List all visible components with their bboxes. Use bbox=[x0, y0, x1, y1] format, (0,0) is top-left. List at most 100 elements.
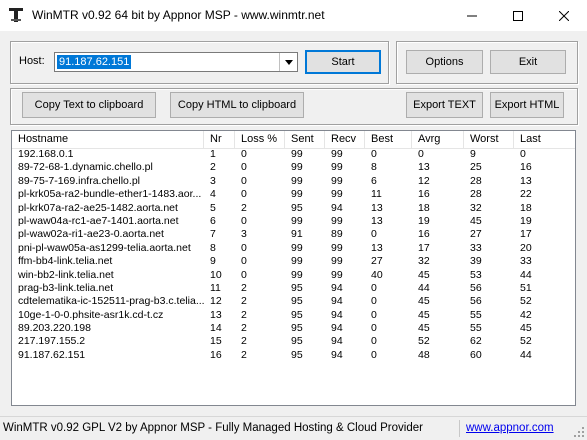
table-cell: 13 bbox=[418, 161, 430, 174]
host-combobox[interactable]: 91.187.62.151 bbox=[54, 52, 298, 72]
table-row[interactable]: 91.187.62.151 16 2 95 94 0 48 60 44 bbox=[12, 349, 575, 362]
column-header-last[interactable]: Last bbox=[514, 131, 575, 148]
table-cell: 99 bbox=[331, 255, 343, 268]
maximize-icon bbox=[513, 10, 523, 21]
table-cell: 28 bbox=[470, 174, 482, 187]
exit-button[interactable]: Exit bbox=[490, 50, 566, 74]
table-cell: 3 bbox=[210, 174, 216, 187]
column-header-worst[interactable]: Worst bbox=[464, 131, 514, 148]
table-row[interactable]: cdtelematika-ic-152511-prag-b3.c.telia..… bbox=[12, 295, 575, 308]
table-cell: 18 bbox=[418, 201, 430, 214]
table-cell: 91 bbox=[291, 228, 303, 241]
table-cell: 48 bbox=[418, 348, 430, 361]
table-cell: 17 bbox=[520, 228, 532, 241]
table-cell: 13 bbox=[371, 201, 383, 214]
table-cell: pl-krk07a-ra2-ae25-1482.aorta.net bbox=[18, 201, 178, 214]
host-input[interactable]: 91.187.62.151 bbox=[57, 55, 132, 69]
close-icon bbox=[559, 10, 569, 21]
table-cell: 27 bbox=[371, 255, 383, 268]
table-cell: 0 bbox=[418, 148, 424, 160]
table-cell: 6 bbox=[371, 174, 377, 187]
table-cell: 99 bbox=[291, 255, 303, 268]
minimize-button[interactable] bbox=[449, 0, 495, 31]
table-row[interactable]: pl-krk07a-ra2-ae25-1482.aorta.net 5 2 95 94 1… bbox=[12, 202, 575, 215]
table-cell: 95 bbox=[291, 308, 303, 321]
appnor-link[interactable]: www.appnor.com bbox=[466, 422, 554, 434]
table-cell: 60 bbox=[470, 348, 482, 361]
table-row[interactable]: 89-72-68-1.dynamic.chello.pl 2 0 99 99 8 13 25 1… bbox=[12, 161, 575, 174]
table-cell: 12 bbox=[210, 295, 222, 308]
table-cell: 0 bbox=[241, 188, 247, 201]
table-row[interactable]: 192.168.0.1 1 0 99 99 0 0 9 0 bbox=[12, 148, 575, 161]
column-header-recv[interactable]: Recv bbox=[325, 131, 365, 148]
table-cell: 45 bbox=[520, 322, 532, 335]
table-cell: 94 bbox=[331, 281, 343, 294]
table-cell: cdtelematika-ic-152511-prag-b3.c.telia..… bbox=[18, 295, 204, 308]
table-cell: 0 bbox=[241, 174, 247, 187]
table-cell: 6 bbox=[210, 214, 216, 227]
resize-grip-icon[interactable] bbox=[573, 426, 585, 438]
copy-html-button[interactable]: Copy HTML to clipboard bbox=[170, 92, 304, 118]
table-row[interactable]: 89-75-7-169.infra.chello.pl 3 0 99 99 6 12 28 13 bbox=[12, 175, 575, 188]
table-row[interactable]: pl-krk05a-ra2-bundle-ether1-1483.aor... 4… bbox=[12, 188, 575, 201]
table-cell: 0 bbox=[371, 228, 377, 241]
table-cell: 28 bbox=[470, 188, 482, 201]
table-cell: pl-krk05a-ra2-bundle-ether1-1483.aor... bbox=[18, 188, 202, 201]
table-cell: 13 bbox=[210, 308, 222, 321]
table-cell: 45 bbox=[418, 322, 430, 335]
table-cell: 12 bbox=[418, 174, 430, 187]
table-cell: 53 bbox=[470, 268, 482, 281]
table-cell: prag-b3-link.telia.net bbox=[18, 281, 114, 294]
table-cell: 11 bbox=[371, 188, 382, 201]
table-cell: 56 bbox=[470, 281, 482, 294]
table-cell: 52 bbox=[520, 335, 532, 348]
column-header-hostname[interactable]: Hostname bbox=[12, 131, 204, 148]
table-cell: 0 bbox=[241, 148, 247, 160]
table-cell: 16 bbox=[418, 188, 430, 201]
table-cell: 2 bbox=[241, 335, 247, 348]
host-dropdown-button[interactable] bbox=[279, 53, 297, 71]
status-text: WinMTR v0.92 GPL V2 by Appnor MSP - Full… bbox=[3, 422, 423, 434]
table-row[interactable]: pni-pl-waw05a-as1299-telia.aorta.net 8 0 99… bbox=[12, 242, 575, 255]
table-cell: 3 bbox=[241, 228, 247, 241]
table-cell: 56 bbox=[470, 295, 482, 308]
table-cell: 45 bbox=[418, 268, 430, 281]
table-row[interactable]: 10ge-1-0-0.phsite-asr1k.cd-t.cz 13 2 95 94 0 4… bbox=[12, 309, 575, 322]
results-table[interactable]: Hostname Nr Loss % Sent Recv Best Avrg W… bbox=[11, 130, 576, 406]
table-row[interactable]: ffm-bb4-link.telia.net 9 0 99 99 27 32 39 33 bbox=[12, 255, 575, 268]
options-button[interactable]: Options bbox=[406, 50, 483, 74]
table-row[interactable]: 89.203.220.198 14 2 95 94 0 45 55 45 bbox=[12, 322, 575, 335]
table-cell: 7 bbox=[210, 228, 216, 241]
table-cell: 99 bbox=[331, 241, 343, 254]
column-header-loss[interactable]: Loss % bbox=[235, 131, 285, 148]
maximize-button[interactable] bbox=[495, 0, 541, 31]
column-header-best[interactable]: Best bbox=[365, 131, 412, 148]
table-row[interactable]: prag-b3-link.telia.net 11 2 95 94 0 44 56 51 bbox=[12, 282, 575, 295]
table-row[interactable]: 217.197.155.2 15 2 95 94 0 52 62 52 bbox=[12, 335, 575, 348]
table-row[interactable]: win-bb2-link.telia.net 10 0 99 99 40 45 53 44 bbox=[12, 269, 575, 282]
table-cell: 5 bbox=[210, 201, 216, 214]
table-cell: 51 bbox=[520, 281, 532, 294]
close-button[interactable] bbox=[541, 0, 587, 31]
table-cell: 95 bbox=[291, 281, 303, 294]
table-row[interactable]: pl-waw02a-ri1-ae23-0.aorta.net 7 3 91 89 0 16 2… bbox=[12, 228, 575, 241]
table-row[interactable]: pl-waw04a-rc1-ae7-1401.aorta.net 6 0 99 99 13… bbox=[12, 215, 575, 228]
table-cell: 18 bbox=[520, 201, 532, 214]
table-cell: 16 bbox=[418, 228, 430, 241]
title-bar[interactable]: WinMTR v0.92 64 bit by Appnor MSP - www.… bbox=[0, 0, 587, 31]
column-header-avrg[interactable]: Avrg bbox=[412, 131, 464, 148]
column-header-sent[interactable]: Sent bbox=[285, 131, 325, 148]
table-cell: 14 bbox=[210, 322, 222, 335]
status-bar: WinMTR v0.92 GPL V2 by Appnor MSP - Full… bbox=[0, 416, 587, 440]
start-button[interactable]: Start bbox=[305, 50, 381, 74]
export-text-button[interactable]: Export TEXT bbox=[406, 92, 483, 118]
minimize-icon bbox=[467, 15, 477, 16]
options-label: Options bbox=[425, 56, 464, 68]
column-header-nr[interactable]: Nr bbox=[204, 131, 235, 148]
exit-label: Exit bbox=[518, 56, 538, 68]
chevron-down-icon bbox=[284, 59, 293, 65]
copy-text-button[interactable]: Copy Text to clipboard bbox=[22, 92, 156, 118]
table-cell: 25 bbox=[470, 161, 482, 174]
export-html-button[interactable]: Export HTML bbox=[490, 92, 564, 118]
table-cell: 0 bbox=[371, 348, 377, 361]
